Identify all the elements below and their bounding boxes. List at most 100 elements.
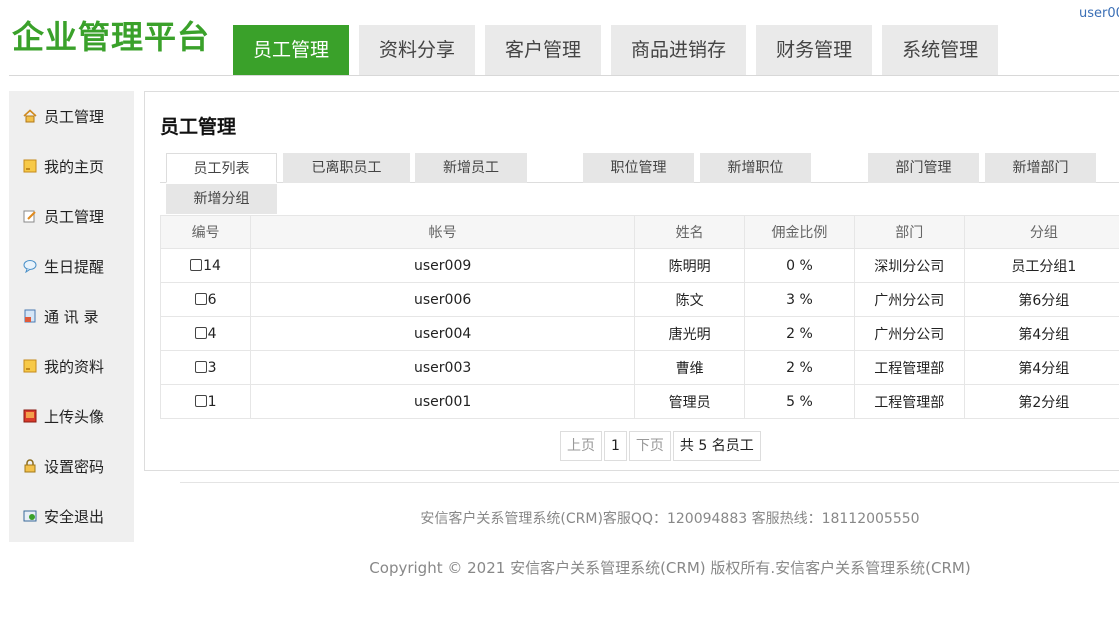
page-number[interactable]: 1 — [604, 431, 627, 461]
sidebar-item-label: 员工管理 — [44, 107, 105, 126]
tab-inventory[interactable]: 商品进销存 — [611, 25, 747, 75]
row-checkbox[interactable] — [194, 292, 207, 305]
sidebar-item-set-password[interactable]: 设置密码 — [9, 441, 134, 491]
id-cell: 4 — [159, 316, 252, 351]
sidebar-item-label: 生日提醒 — [44, 257, 105, 276]
sidebar-item-contacts[interactable]: 通 讯 录 — [9, 291, 134, 341]
subtab-employee-list[interactable]: 员工列表 — [166, 153, 277, 183]
lock-icon — [22, 458, 38, 474]
subtab-add-employee[interactable]: 新增员工 — [415, 153, 527, 183]
id-cell: 1 — [159, 384, 252, 419]
subtab-resigned-employees[interactable]: 已离职员工 — [283, 153, 410, 183]
table-row: 4 user004 唐光明 2 % 广州分公司 第4分组 — [159, 316, 1119, 351]
column-header-id: 编号 — [159, 215, 252, 249]
name-cell: 唐光明 — [634, 316, 746, 351]
column-header-commission: 佣金比例 — [744, 215, 855, 249]
commission-cell: 5 % — [744, 384, 855, 419]
account-cell[interactable]: user003 — [250, 350, 636, 385]
tab-document-sharing[interactable]: 资料分享 — [359, 25, 476, 75]
commission-cell: 3 % — [744, 282, 855, 317]
id-value: 4 — [207, 325, 217, 342]
account-cell[interactable]: user004 — [250, 316, 636, 351]
commission-cell: 2 % — [744, 316, 855, 351]
page-icon — [22, 158, 38, 174]
tab-system[interactable]: 系统管理 — [882, 25, 999, 75]
chat-icon — [22, 258, 38, 274]
page-title: 员工管理 — [160, 116, 237, 138]
row-checkbox[interactable] — [194, 326, 207, 339]
group-cell: 第2分组 — [963, 384, 1119, 419]
name-cell: 曹维 — [634, 350, 746, 385]
sidebar-item-label: 通 讯 录 — [44, 307, 99, 326]
commission-cell: 2 % — [744, 350, 855, 385]
group-cell: 员工分组1 — [963, 248, 1119, 283]
main-panel: 员工管理 员工列表 已离职员工 新增员工 职位管理 新增职位 部门管理 新增部门… — [144, 91, 1119, 471]
image-icon — [22, 408, 38, 424]
sidebar-item-upload-avatar[interactable]: 上传头像 — [9, 391, 134, 441]
subtab-add-group[interactable]: 新增分组 — [166, 184, 277, 214]
id-value: 1 — [207, 393, 217, 410]
table-row: 1 user001 管理员 5 % 工程管理部 第2分组 — [159, 384, 1119, 419]
sidebar-item-birthday-reminder[interactable]: 生日提醒 — [9, 241, 134, 291]
id-cell: 6 — [159, 282, 252, 317]
table-row: 3 user003 曹维 2 % 工程管理部 第4分组 — [159, 350, 1119, 385]
sidebar-item-my-profile[interactable]: 我的资料 — [9, 341, 134, 391]
sidebar-item-my-home[interactable]: 我的主页 — [9, 141, 134, 191]
department-cell: 广州分公司 — [853, 282, 965, 317]
app-logo: 企业管理平台 — [12, 18, 211, 56]
id-value: 6 — [207, 291, 217, 308]
sidebar-item-employee-management[interactable]: 员工管理 — [9, 91, 134, 141]
department-cell: 工程管理部 — [853, 350, 965, 385]
name-cell: 陈文 — [634, 282, 746, 317]
sidebar-item-employee-management-2[interactable]: 员工管理 — [9, 191, 134, 241]
row-checkbox[interactable] — [194, 394, 207, 407]
account-cell[interactable]: user006 — [250, 282, 636, 317]
contacts-icon — [22, 308, 38, 324]
next-page-button[interactable]: 下页 — [628, 431, 671, 461]
subtab-position-management[interactable]: 职位管理 — [583, 153, 694, 183]
tab-finance[interactable]: 财务管理 — [756, 25, 873, 75]
department-cell: 深圳分公司 — [853, 248, 965, 283]
table-row: 14 user009 陈明明 0 % 深圳分公司 员工分组1 — [159, 248, 1119, 283]
header-divider — [9, 75, 1119, 76]
sidebar-item-label: 我的主页 — [44, 157, 105, 176]
account-cell[interactable]: user001 — [250, 384, 636, 419]
footer-divider — [180, 482, 1119, 483]
edit-icon — [22, 208, 38, 224]
id-cell: 3 — [159, 350, 252, 385]
tab-customer-management[interactable]: 客户管理 — [485, 25, 602, 75]
group-cell: 第4分组 — [963, 316, 1119, 351]
group-cell: 第6分组 — [963, 282, 1119, 317]
column-header-group: 分组 — [963, 215, 1119, 249]
table-row: 6 user006 陈文 3 % 广州分公司 第6分组 — [159, 282, 1119, 317]
tab-employee-management[interactable]: 员工管理 — [233, 25, 350, 75]
row-checkbox[interactable] — [190, 258, 203, 271]
subtab-department-management[interactable]: 部门管理 — [868, 153, 979, 183]
row-checkbox[interactable] — [194, 360, 207, 373]
sidebar-item-label: 上传头像 — [44, 407, 105, 426]
department-cell: 工程管理部 — [853, 384, 965, 419]
sidebar-item-label: 员工管理 — [44, 207, 105, 226]
footer-copyright: Copyright © 2021 安信客户关系管理系统(CRM) 版权所有.安信… — [369, 559, 971, 577]
footer-contact: 安信客户关系管理系统(CRM)客服QQ：120094883 客服热线：18112… — [420, 511, 920, 527]
current-user-link[interactable]: user001 — [1079, 6, 1119, 21]
id-value: 14 — [203, 257, 221, 274]
prev-page-button[interactable]: 上页 — [560, 431, 602, 461]
pagination: 上页 1 下页 共 5 名员工 — [560, 431, 763, 461]
column-header-department: 部门 — [853, 215, 965, 249]
id-value: 3 — [207, 359, 217, 376]
column-header-name: 姓名 — [634, 215, 746, 249]
home-icon — [22, 108, 38, 124]
sidebar-item-label: 设置密码 — [44, 457, 105, 476]
top-nav: 员工管理 资料分享 客户管理 商品进销存 财务管理 系统管理 — [233, 25, 1008, 75]
subtab-add-position[interactable]: 新增职位 — [700, 153, 811, 183]
account-cell[interactable]: user009 — [250, 248, 636, 283]
name-cell: 陈明明 — [634, 248, 746, 283]
sidebar: 员工管理 我的主页 员工管理 生日提醒 通 讯 录 我的资料 上传头像 设置密码… — [9, 91, 134, 542]
group-cell: 第4分组 — [963, 350, 1119, 385]
id-cell: 14 — [159, 248, 252, 283]
department-cell: 广州分公司 — [853, 316, 965, 351]
total-count: 共 5 名员工 — [672, 431, 761, 461]
subtab-add-department[interactable]: 新增部门 — [985, 153, 1096, 183]
page-icon — [22, 358, 38, 374]
